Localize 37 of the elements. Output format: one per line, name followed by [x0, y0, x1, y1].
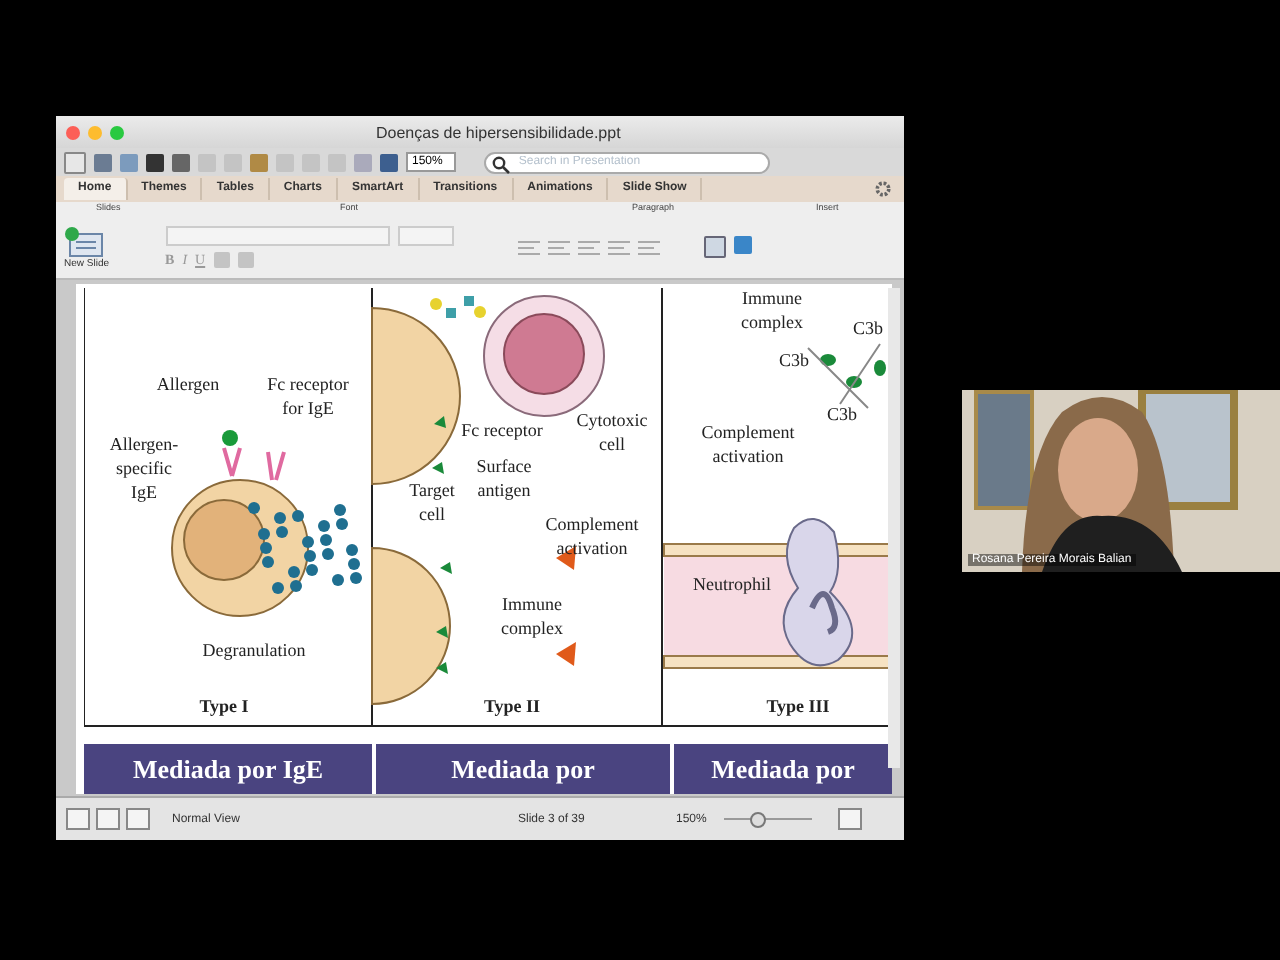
- new-slide-icon[interactable]: [64, 225, 104, 257]
- diagram-label: Immune complex: [501, 594, 563, 638]
- diagram-label: Cytotoxic cell: [576, 410, 648, 454]
- diagram-label: C3b: [779, 350, 809, 370]
- diagram-label: Complement activation: [701, 422, 795, 466]
- panel-caption: Type I: [199, 696, 249, 716]
- diagram-label: Fc receptor for IgE: [267, 374, 349, 418]
- diagram-label: Allergen: [156, 374, 220, 394]
- close-button[interactable]: [66, 125, 80, 139]
- antigen-drawing: [430, 296, 486, 318]
- font-field[interactable]: [165, 226, 390, 246]
- diagram-label: Neutrophil: [693, 574, 771, 594]
- window-title: Doenças de hipersensibilidade.ppt: [376, 123, 621, 141]
- panel-caption: Type II: [483, 696, 541, 716]
- align-icon[interactable]: [517, 239, 540, 255]
- diagram-label: C3b: [853, 318, 883, 338]
- minimize-button[interactable]: [88, 125, 102, 139]
- immune-complex-drawing: [807, 343, 886, 409]
- diagram-label: Target cell: [409, 480, 455, 524]
- diagram-label: Complement activation: [545, 514, 639, 558]
- size-field[interactable]: [397, 226, 454, 246]
- diagram-label: Immune complex: [741, 288, 803, 332]
- diagram-label: Surface antigen: [476, 456, 532, 500]
- align-icon[interactable]: [577, 239, 600, 255]
- diagram-label: Degranulation: [202, 640, 306, 660]
- align-icon[interactable]: [547, 239, 570, 255]
- scroll-bar[interactable]: [888, 288, 900, 768]
- diagram-label: Fc receptor: [461, 420, 543, 440]
- slide-heading: Mediada por: [709, 751, 857, 788]
- align-icon[interactable]: [607, 239, 630, 255]
- panel-caption: Type III: [766, 696, 830, 716]
- diagram-label: C3b: [827, 404, 857, 424]
- align-icon[interactable]: [637, 239, 660, 255]
- zoom-button[interactable]: [110, 125, 124, 139]
- gear-icon[interactable]: [874, 180, 892, 198]
- cytotoxic-cell-drawing: [483, 295, 605, 417]
- diagram-label: Allergen- specific IgE: [109, 434, 179, 502]
